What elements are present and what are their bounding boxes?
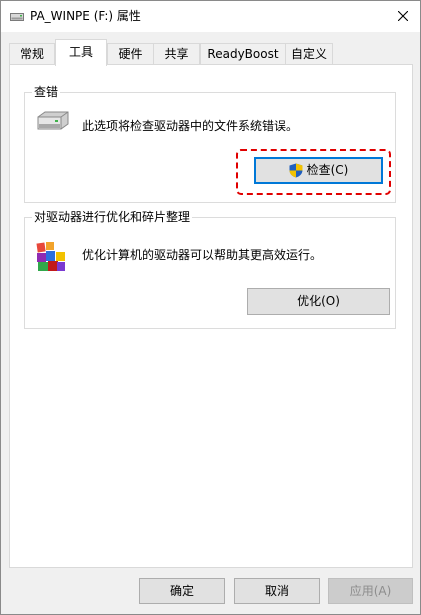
tools-tab-panel: 查错 此选项将检查驱动器中的文件系统错误。 检查(C) 对驱动器进行优化和碎片整… (9, 64, 413, 568)
close-button[interactable] (389, 5, 417, 27)
apply-button[interactable]: 应用(A) (328, 578, 413, 604)
tab-customize[interactable]: 自定义 (285, 43, 333, 65)
tab-tools[interactable]: 工具 (55, 39, 107, 66)
error-checking-description: 此选项将检查驱动器中的文件系统错误。 (82, 119, 299, 133)
ok-button[interactable]: 确定 (139, 578, 225, 604)
tab-general[interactable]: 常规 (9, 43, 55, 65)
defrag-icon (35, 240, 67, 277)
cancel-button[interactable]: 取消 (234, 578, 320, 604)
optimize-description: 优化计算机的驱动器可以帮助其更高效运行。 (82, 248, 323, 262)
tab-sharing[interactable]: 共享 (153, 43, 200, 65)
optimize-title: 对驱动器进行优化和碎片整理 (32, 209, 193, 225)
close-icon (398, 11, 408, 21)
drive-icon (35, 111, 69, 136)
drive-icon (10, 11, 24, 21)
title-bar: PA_WINPE (F:) 属性 (1, 1, 420, 32)
properties-window: PA_WINPE (F:) 属性 常规 工具 硬件 共享 ReadyBoost … (0, 0, 421, 615)
optimize-button[interactable]: 优化(O) (247, 288, 390, 315)
optimize-group: 对驱动器进行优化和碎片整理 优化计算机的驱动器可以帮助其更高效运行。 优化(O) (24, 209, 396, 329)
error-checking-title: 查错 (32, 84, 61, 100)
tab-hardware[interactable]: 硬件 (107, 43, 154, 65)
window-title: PA_WINPE (F:) 属性 (30, 9, 141, 23)
annotation-highlight (236, 149, 391, 195)
tab-readyboost[interactable]: ReadyBoost (200, 43, 286, 65)
